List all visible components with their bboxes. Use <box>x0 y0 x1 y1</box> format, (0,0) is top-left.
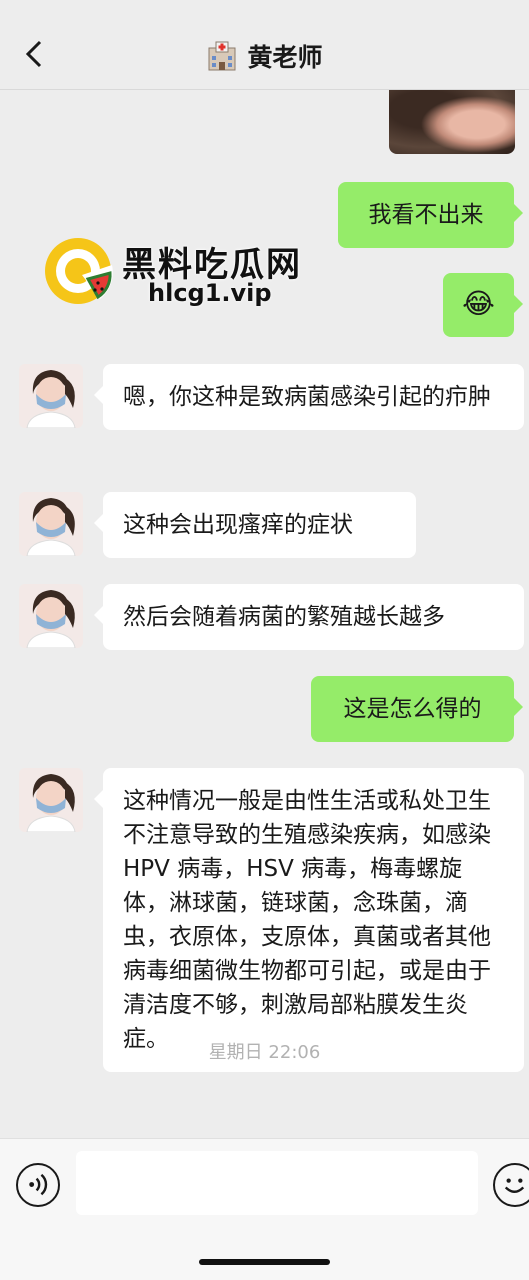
message-text: 然后会随着病菌的繁殖越长越多 <box>123 604 445 630</box>
emoji-icon <box>504 1178 525 1194</box>
avatar[interactable] <box>19 768 83 832</box>
message-text: 这种会出现瘙痒的症状 <box>123 512 353 538</box>
watermelon-logo-icon <box>45 238 113 304</box>
message-text: 这是怎么得的 <box>343 696 482 722</box>
watermark-url: hlcg1.vip <box>148 279 272 307</box>
home-indicator[interactable] <box>199 1259 330 1265</box>
hospital-icon <box>206 40 238 72</box>
input-bar <box>0 1138 529 1280</box>
message-bubble-self[interactable]: 这是怎么得的 <box>311 676 523 742</box>
message-bubble-other[interactable]: 这种情况一般是由性生活或私处卫生不注意导致的生殖感染疾病，如感染 HPV 病毒，… <box>94 768 524 1072</box>
message-text: 这种情况一般是由性生活或私处卫生不注意导致的生殖感染疾病，如感染 HPV 病毒，… <box>123 788 491 1052</box>
message-bubble-other[interactable]: 嗯，你这种是致病菌感染引起的疖肿 <box>94 364 524 430</box>
message-bubble-other[interactable]: 然后会随着病菌的繁殖越长越多 <box>94 584 524 650</box>
message-bubble-self[interactable]: 我看不出来 <box>338 182 523 248</box>
image-message[interactable] <box>389 90 515 154</box>
laughing-tears-emoji: 😂 <box>462 287 495 320</box>
avatar[interactable] <box>19 492 83 556</box>
voice-icon <box>29 1173 48 1196</box>
message-text: 嗯，你这种是致病菌感染引起的疖肿 <box>123 384 491 410</box>
timestamp: 星期日 22:06 <box>208 1042 321 1063</box>
voice-button[interactable] <box>16 1163 60 1207</box>
message-bubble-self[interactable]: 😂 <box>443 273 523 337</box>
watermark: 黑料吃瓜网 hlcg1.vip <box>42 235 332 315</box>
chat-area[interactable]: 我看不出来 黑料吃瓜网 hlcg1.vip 😂 嗯，你这种是致病菌感染引起的疖肿… <box>0 90 529 1138</box>
message-text: 我看不出来 <box>368 202 484 228</box>
page-title: 黄老师 <box>247 43 323 72</box>
message-bubble-other[interactable]: 这种会出现瘙痒的症状 <box>94 492 416 558</box>
avatar[interactable] <box>19 584 83 648</box>
chat-header: 黄老师 <box>0 0 529 90</box>
emoji-button[interactable] <box>493 1163 529 1207</box>
message-input[interactable] <box>76 1151 478 1215</box>
avatar[interactable] <box>19 364 83 428</box>
